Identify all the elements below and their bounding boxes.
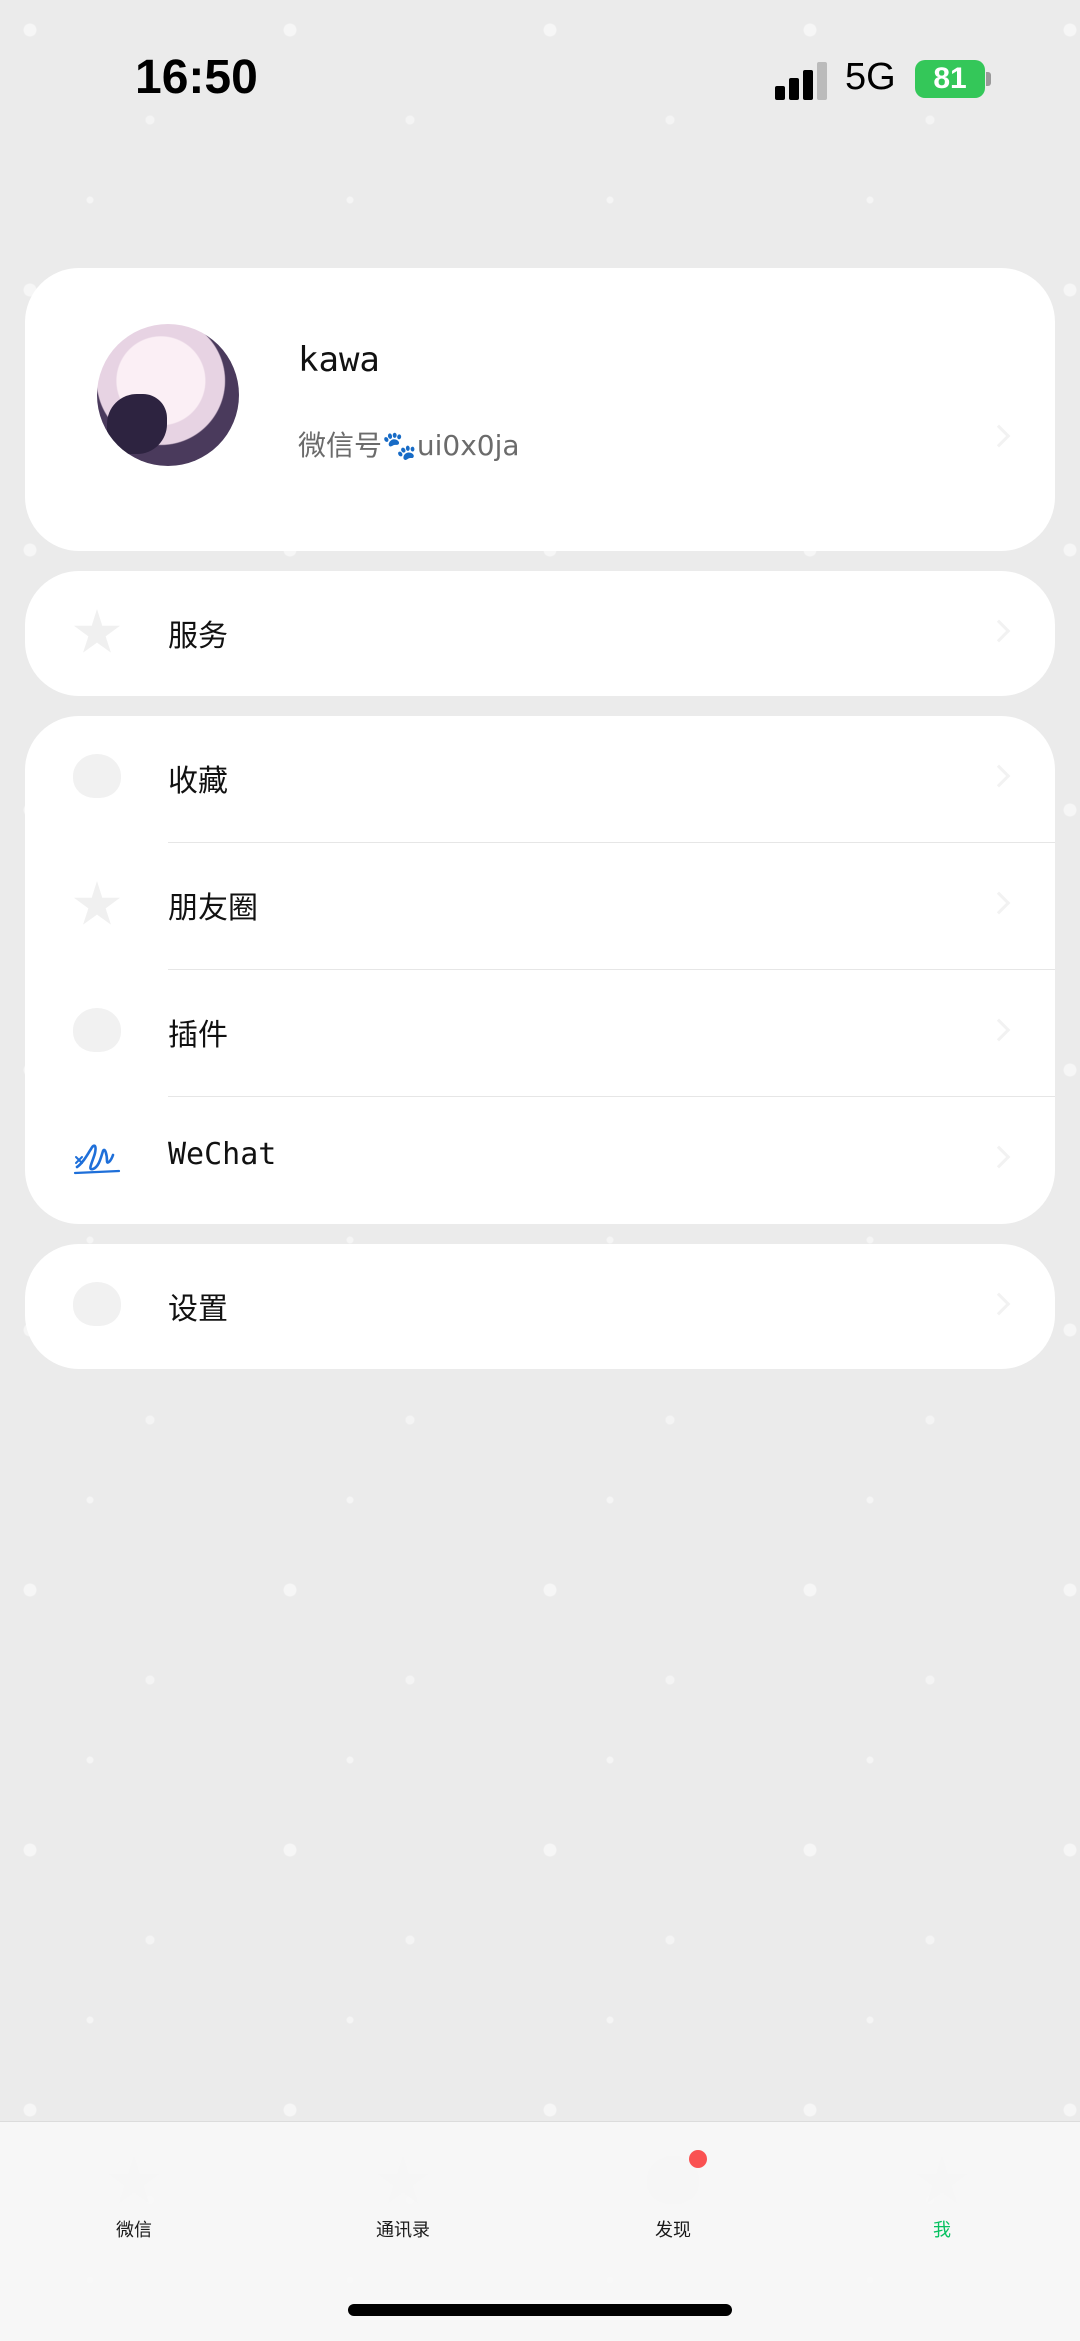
tab-contacts[interactable]: 通讯录 — [323, 2146, 483, 2266]
wechat-id: 微信号🐾ui0x0ja — [298, 429, 520, 462]
chevron-right-icon — [987, 1018, 1011, 1042]
chevron-right-icon — [987, 1292, 1011, 1316]
tab-discover[interactable]: 发现 — [593, 2146, 753, 2266]
star-icon — [917, 2156, 967, 2204]
menu-item-label: 收藏 — [168, 764, 228, 799]
chevron-right-icon — [987, 1145, 1011, 1169]
avatar[interactable] — [97, 324, 239, 466]
tab-label: 微信 — [116, 2220, 152, 2241]
chevron-right-icon — [987, 891, 1011, 915]
star-icon — [73, 881, 121, 925]
menu-item-label: 服务 — [168, 619, 228, 654]
menu-item-plugins[interactable]: 插件 — [25, 970, 1055, 1097]
profile-name: kawa — [298, 340, 380, 380]
tab-label: 我 — [933, 2220, 951, 2241]
menu-card: 收藏 朋友圈 插件 WeChat — [25, 716, 1055, 1224]
menu-item-label: 设置 — [168, 1292, 228, 1327]
wechat-signature-icon — [73, 1144, 121, 1175]
menu-item-moments[interactable]: 朋友圈 — [25, 843, 1055, 970]
home-indicator[interactable] — [348, 2304, 732, 2316]
menu-item-services[interactable]: 服务 — [25, 571, 1055, 698]
network-type: 5G — [845, 56, 896, 98]
star-icon — [109, 2156, 159, 2204]
tab-me[interactable]: 我 — [862, 2146, 1022, 2266]
status-bar: 16:50 5G 81 — [0, 0, 1080, 160]
star-icon — [73, 609, 121, 653]
settings-card[interactable]: 设置 — [25, 1244, 1055, 1369]
menu-item-label: WeChat — [168, 1137, 277, 1172]
menu-item-favorites[interactable]: 收藏 — [25, 716, 1055, 843]
tab-label: 发现 — [655, 2220, 691, 2241]
profile-card[interactable]: kawa 微信号🐾ui0x0ja — [25, 268, 1055, 551]
notification-dot — [689, 2150, 707, 2168]
status-time: 16:50 — [135, 51, 258, 104]
star-icon — [378, 2156, 428, 2204]
heart-icon — [73, 754, 121, 798]
heart-icon — [73, 1008, 121, 1052]
chevron-right-icon — [987, 424, 1011, 448]
tab-label: 通讯录 — [376, 2220, 430, 2241]
menu-item-label: 插件 — [168, 1018, 228, 1053]
menu-item-wechat[interactable]: WeChat — [25, 1097, 1055, 1224]
heart-icon — [73, 1282, 121, 1326]
tab-chats[interactable]: 微信 — [54, 2146, 214, 2266]
signal-icon — [775, 60, 831, 100]
chevron-right-icon — [987, 764, 1011, 788]
services-card[interactable]: 服务 — [25, 571, 1055, 696]
menu-item-settings[interactable]: 设置 — [25, 1244, 1055, 1371]
menu-item-label: 朋友圈 — [168, 891, 258, 926]
chevron-right-icon — [987, 619, 1011, 643]
battery-cap — [986, 72, 991, 86]
battery-icon: 81 — [915, 60, 985, 98]
